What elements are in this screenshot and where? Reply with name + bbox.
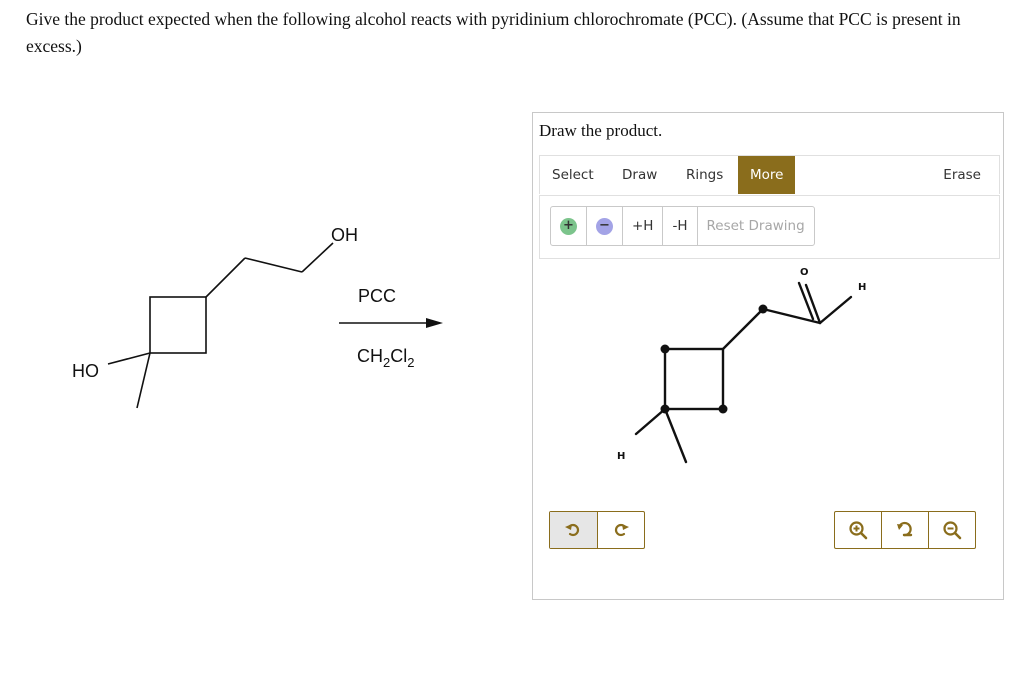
redo-icon	[614, 523, 629, 537]
drawing-panel: Draw the product. Select Draw Rings More…	[532, 112, 1004, 600]
drawn-methyl-bond	[663, 407, 688, 464]
bond-chain-2	[244, 257, 303, 273]
zoom-out-button[interactable]	[929, 512, 975, 548]
cyclobutane-ring	[149, 296, 207, 354]
zoom-in-button[interactable]	[835, 512, 882, 548]
undo-icon	[565, 523, 580, 537]
solvent-label: CH2Cl2	[357, 346, 414, 370]
reagent-label: PCC	[358, 286, 396, 306]
undo-button[interactable]	[550, 512, 598, 548]
zoom-in-icon	[849, 521, 868, 540]
reset-zoom-icon	[897, 521, 913, 537]
bond-methyl	[136, 352, 151, 409]
label-oh: OH	[331, 225, 358, 245]
zoom-controls	[834, 511, 976, 549]
label-ho: HO	[72, 361, 99, 381]
bond-chain-1	[205, 257, 246, 298]
atom-label-oxygen: O	[800, 267, 809, 278]
history-controls	[549, 511, 645, 549]
drawn-ring-h-bond	[634, 407, 667, 436]
atom-label-aldehyde-h: H	[858, 282, 866, 293]
atom-node[interactable]	[660, 344, 670, 354]
reset-zoom-button[interactable]	[882, 512, 929, 548]
drawn-aldehyde-h-bond	[818, 295, 853, 325]
bond-chain-3	[301, 242, 334, 273]
reaction-arrowhead	[426, 318, 443, 328]
zoom-out-icon	[943, 521, 962, 540]
atom-node[interactable]	[660, 404, 670, 414]
atom-node[interactable]	[718, 404, 728, 414]
bond-ho	[107, 352, 151, 365]
atom-node[interactable]	[758, 304, 768, 314]
atom-label-ring-h: H	[617, 451, 625, 462]
drawn-bond-1	[721, 307, 765, 351]
redo-button[interactable]	[598, 512, 645, 548]
drawn-cyclobutane-ring	[663, 347, 725, 411]
reaction-scheme: OH HO PCC CH2Cl2	[72, 225, 443, 409]
